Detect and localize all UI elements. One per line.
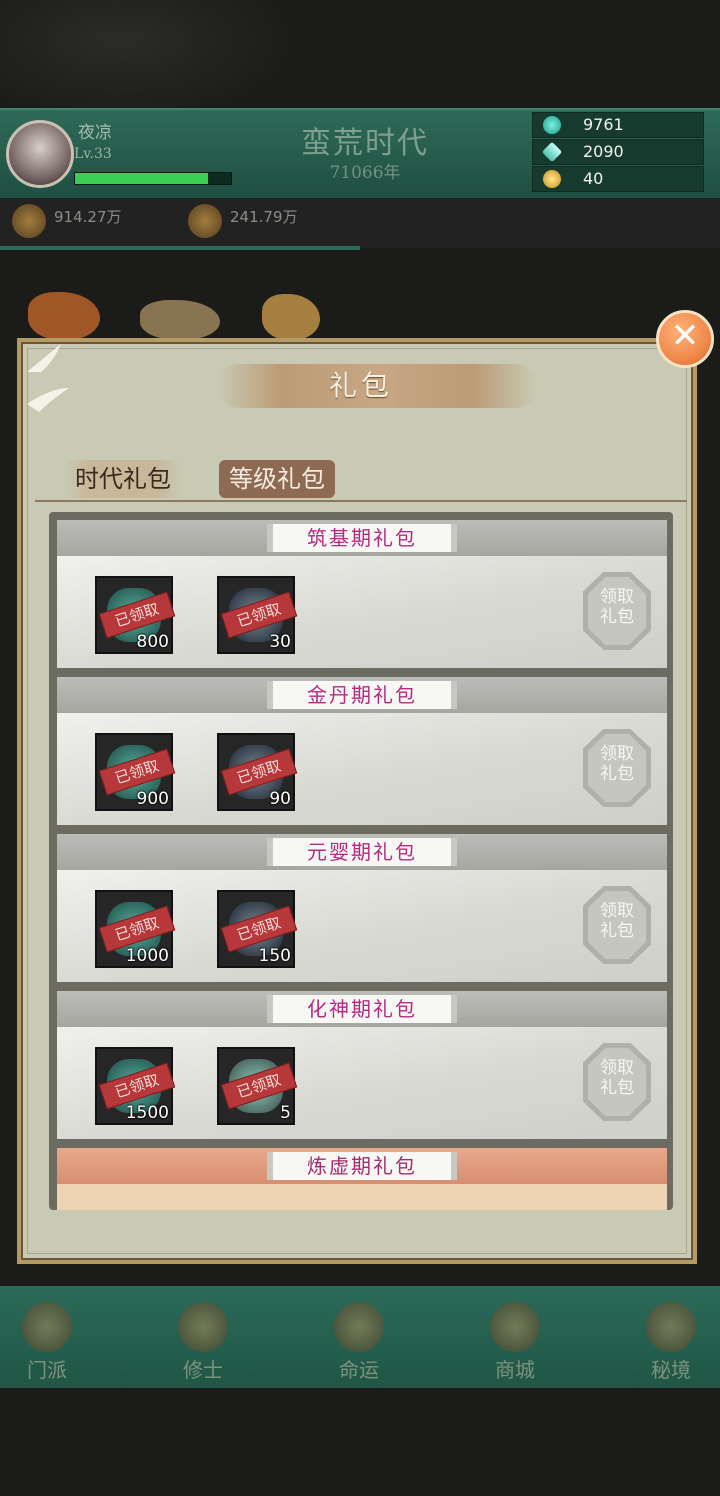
- player-level: Lv.33: [74, 146, 112, 162]
- nav-shop[interactable]: 商城: [470, 1296, 560, 1382]
- scene-decoration: [262, 294, 320, 340]
- nav-label: 修士: [183, 1358, 223, 1382]
- dialog-title: 礼包: [328, 369, 393, 402]
- tab-level-gift[interactable]: 等级礼包: [219, 460, 335, 498]
- gift-pack: 炼虚期礼包: [57, 1148, 667, 1210]
- gift-pack-body: 已领取 1500 已领取 5 领取 礼包: [57, 1027, 667, 1139]
- reward-item[interactable]: 已领取 150: [217, 890, 298, 968]
- nav-label: 门派: [27, 1358, 67, 1382]
- sect-icon: [22, 1302, 72, 1352]
- exp-bar: [74, 172, 232, 185]
- nav-sect[interactable]: 门派: [2, 1296, 92, 1382]
- scene-decoration: [140, 300, 220, 340]
- gift-pack-title: 筑基期礼包: [307, 526, 417, 550]
- gift-pack-title: 金丹期礼包: [307, 683, 417, 707]
- nav-secret-realm[interactable]: 秘境: [626, 1296, 716, 1382]
- gift-pack: 金丹期礼包 已领取 900 已领取 90 领取 礼包: [57, 677, 667, 825]
- nav-label: 秘境: [651, 1358, 691, 1382]
- gift-pack: 筑基期礼包 已领取 800 已领取 30 领取 礼包: [57, 520, 667, 668]
- item-quantity: 90: [269, 789, 291, 809]
- gift-pack-body: 已领取 900 已领取 90 领取 礼包: [57, 713, 667, 825]
- item-quantity: 800: [136, 632, 169, 652]
- gift-pack-title: 化神期礼包: [307, 997, 417, 1021]
- reward-item[interactable]: 已领取 5: [217, 1047, 298, 1125]
- secret-realm-icon: [646, 1302, 696, 1352]
- gift-pack-body: 已领取 800 已领取 30 领取 礼包: [57, 556, 667, 668]
- gift-pack-title: 炼虚期礼包: [307, 1154, 417, 1178]
- item-quantity: 900: [136, 789, 169, 809]
- resource-value: 9761: [583, 115, 624, 134]
- resource-gold[interactable]: 40: [532, 166, 704, 192]
- resource-value: 40: [583, 169, 604, 188]
- gift-pack-list[interactable]: 筑基期礼包 已领取 800 已领取 30 领取 礼包 金丹期礼包 已领取 900…: [49, 512, 673, 1210]
- item-quantity: 1500: [125, 1103, 169, 1123]
- gift-pack-dialog: 礼包 时代礼包 等级礼包 筑基期礼包 已领取 800 已领取 30 领取 礼包 …: [17, 338, 697, 1264]
- nav-label: 命运: [339, 1358, 379, 1382]
- fate-icon: [334, 1302, 384, 1352]
- item-quantity: 30: [269, 632, 291, 652]
- reward-item[interactable]: 已领取 800: [95, 576, 176, 654]
- exp-bar-fill: [75, 173, 208, 184]
- gold-ingot-icon: [543, 170, 561, 188]
- era-title: 蛮荒时代: [301, 126, 429, 161]
- claim-button-label: 领取 礼包: [600, 1058, 634, 1098]
- nav-cultivator[interactable]: 修士: [158, 1296, 248, 1382]
- gift-pack: 化神期礼包 已领取 1500 已领取 5 领取 礼包: [57, 991, 667, 1139]
- tab-era-gift[interactable]: 时代礼包: [65, 460, 181, 498]
- player-avatar[interactable]: [6, 120, 74, 188]
- close-button[interactable]: ✕: [656, 310, 714, 368]
- crystal-icon: [541, 141, 563, 163]
- claim-button-label: 领取 礼包: [600, 587, 634, 627]
- reward-item[interactable]: 已领取 30: [217, 576, 298, 654]
- stat-cultivators: 241.79万: [230, 208, 298, 226]
- cultivator-nav-icon: [178, 1302, 228, 1352]
- item-quantity: 150: [258, 946, 291, 966]
- reward-item[interactable]: 已领取 900: [95, 733, 176, 811]
- claim-button-label: 领取 礼包: [600, 901, 634, 941]
- reward-item[interactable]: 已领取 90: [217, 733, 298, 811]
- spirit-stone-icon: [543, 116, 561, 134]
- claim-gift-button[interactable]: 领取 礼包: [583, 729, 651, 807]
- gift-pack-body: [57, 1184, 667, 1210]
- item-quantity: 5: [280, 1103, 291, 1123]
- cultivator-icon: [188, 204, 222, 238]
- player-name: 夜凉: [78, 123, 112, 143]
- reward-item[interactable]: 已领取 1000: [95, 890, 176, 968]
- gift-pack-body: 已领取 1000 已领取 150 领取 礼包: [57, 870, 667, 982]
- claim-gift-button[interactable]: 领取 礼包: [583, 886, 651, 964]
- nav-label: 商城: [495, 1358, 535, 1382]
- item-quantity: 1000: [125, 946, 169, 966]
- stat-disciples: 914.27万: [54, 208, 122, 226]
- claim-gift-button[interactable]: 领取 礼包: [583, 1043, 651, 1121]
- gift-pack-title: 元婴期礼包: [307, 840, 417, 864]
- resource-crystal[interactable]: 2090: [532, 139, 704, 165]
- tab-divider: [35, 500, 687, 502]
- scene-decoration: [28, 292, 100, 340]
- claim-button-label: 领取 礼包: [600, 744, 634, 784]
- resource-spirit-stone[interactable]: 9761: [532, 112, 704, 138]
- gift-pack: 元婴期礼包 已领取 1000 已领取 150 领取 礼包: [57, 834, 667, 982]
- resource-value: 2090: [583, 142, 624, 161]
- disciple-icon: [12, 204, 46, 238]
- close-icon: ✕: [670, 316, 700, 356]
- era-year: 71066年: [329, 163, 401, 183]
- claim-gift-button[interactable]: 领取 礼包: [583, 572, 651, 650]
- nav-fate[interactable]: 命运: [314, 1296, 404, 1382]
- shop-icon: [490, 1302, 540, 1352]
- reward-item[interactable]: 已领取 1500: [95, 1047, 176, 1125]
- stats-progress: [0, 246, 360, 250]
